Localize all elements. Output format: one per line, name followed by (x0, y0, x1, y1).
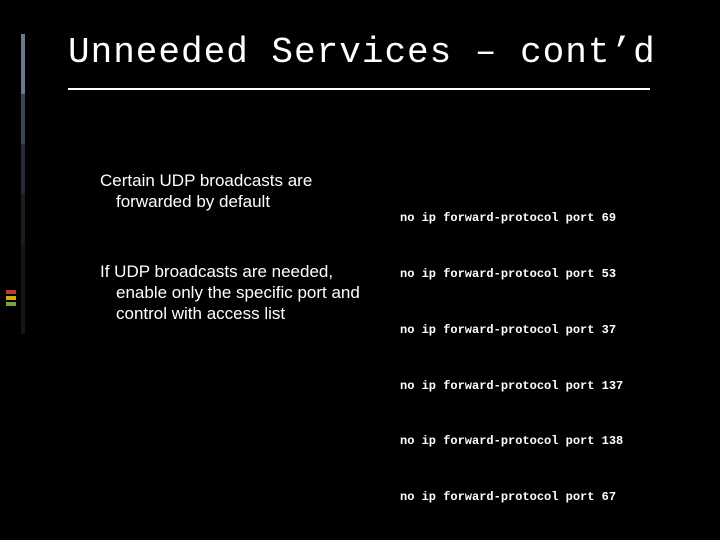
config-line: no ip forward-protocol port 37 (400, 321, 623, 340)
config-line: no ip forward-protocol port 137 (400, 377, 623, 396)
body-text-left: Certain UDP broadcasts are forwarded by … (100, 170, 360, 372)
accent-tick-red (6, 290, 16, 294)
paragraph-2: If UDP broadcasts are needed, enable onl… (100, 261, 360, 325)
accent-segment (21, 34, 25, 94)
config-line: no ip forward-protocol port 53 (400, 265, 623, 284)
accent-tick-green (6, 302, 16, 306)
accent-segment (21, 144, 25, 194)
paragraph-1: Certain UDP broadcasts are forwarded by … (100, 170, 360, 213)
accent-tick-yellow (6, 296, 16, 300)
slide-title: Unneeded Services – cont’d (68, 32, 680, 73)
config-line: no ip forward-protocol port 69 (400, 209, 623, 228)
config-line: no ip forward-protocol port 138 (400, 432, 623, 451)
slide: Unneeded Services – cont’d Certain UDP b… (0, 0, 720, 540)
title-underline (68, 88, 650, 90)
config-block: no ip forward-protocol port 69 no ip for… (400, 172, 623, 540)
accent-bar (12, 34, 34, 384)
accent-segment (21, 94, 25, 144)
accent-segment (21, 244, 25, 334)
accent-segment (21, 194, 25, 244)
config-line: no ip forward-protocol port 67 (400, 488, 623, 507)
